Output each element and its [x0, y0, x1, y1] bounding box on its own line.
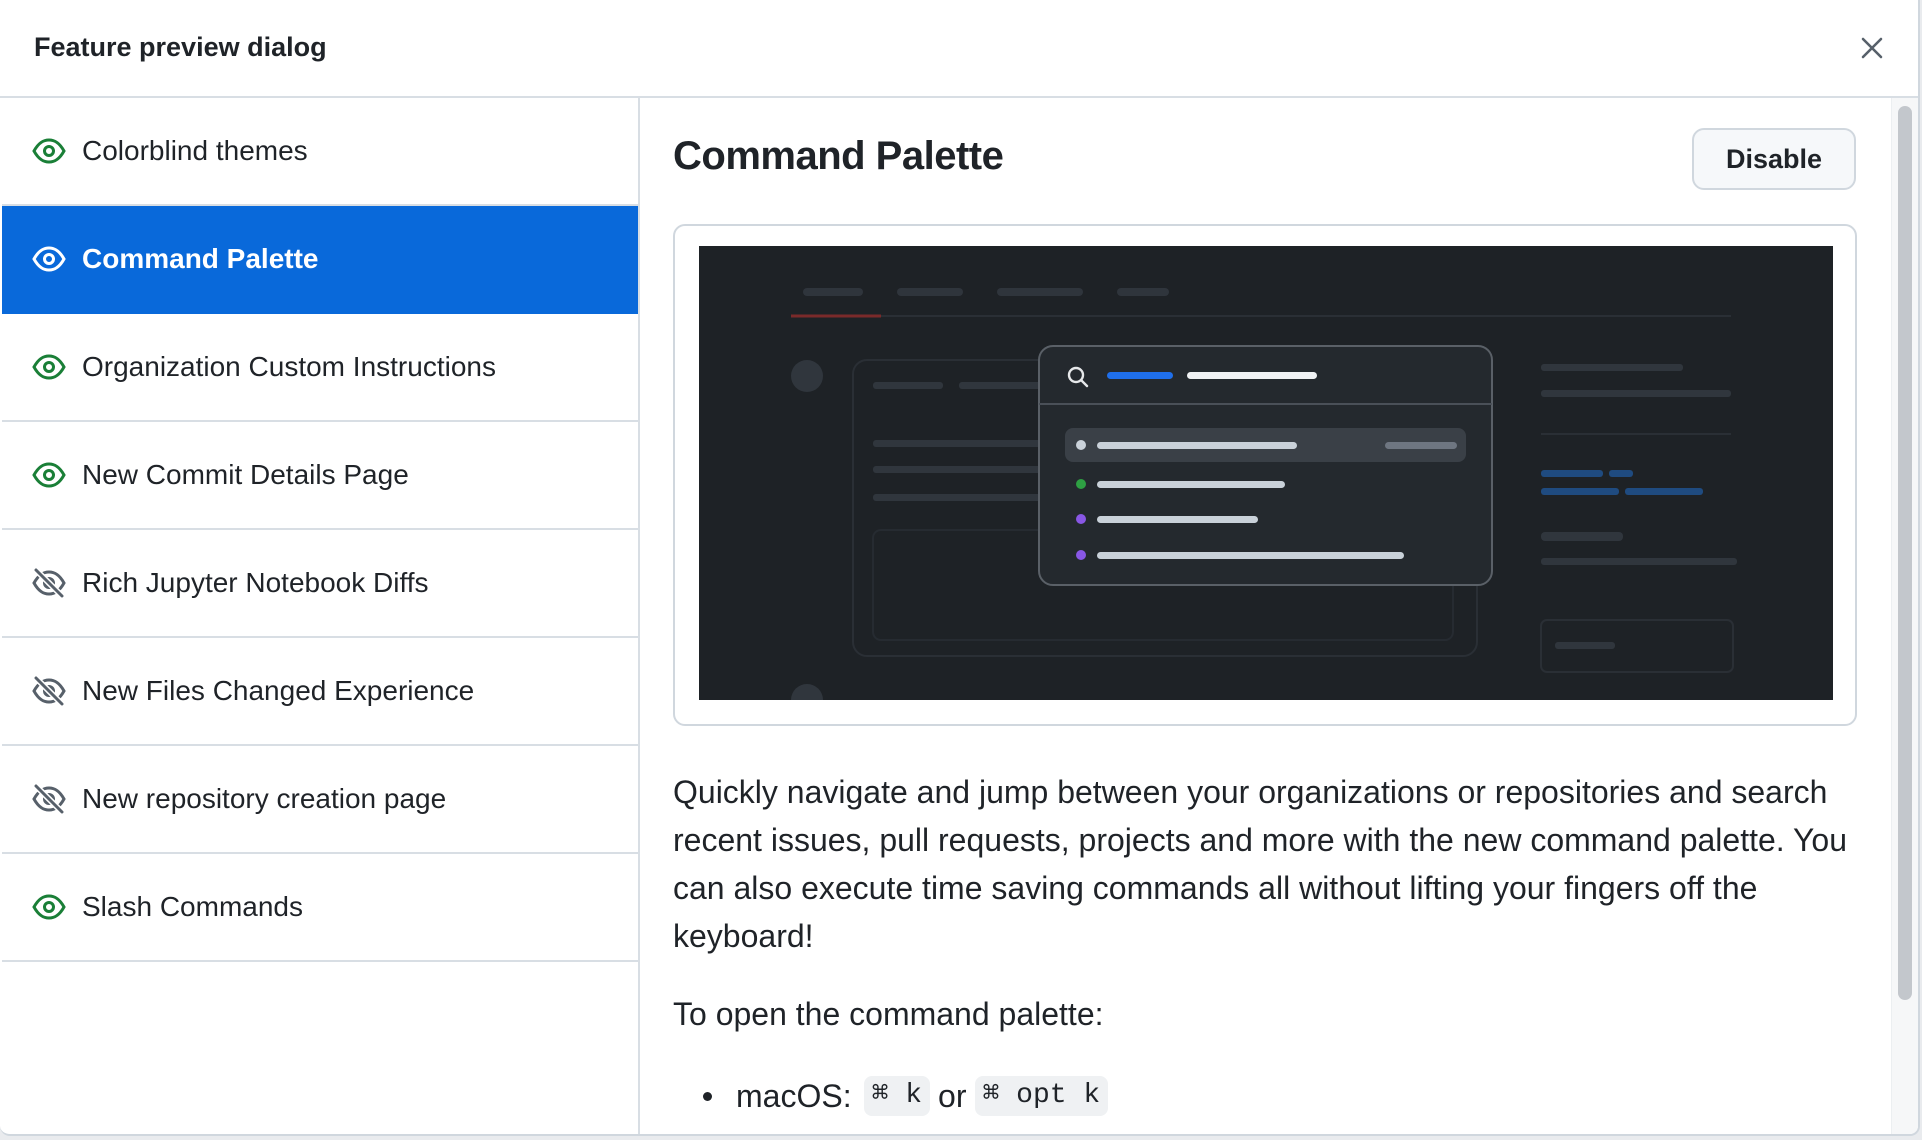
os-label: macOS: — [736, 1077, 852, 1114]
dialog-title: Feature preview dialog — [34, 32, 327, 62]
eye-closed-icon — [32, 784, 66, 814]
feature-list: Colorblind themes Command Palette Organi… — [0, 98, 640, 1134]
disable-button[interactable]: Disable — [1692, 128, 1856, 190]
eye-closed-icon — [32, 676, 66, 706]
sidebar-item-label: New repository creation page — [82, 783, 447, 814]
dialog-header: Feature preview dialog — [0, 0, 1918, 98]
sidebar-item-label: Colorblind themes — [82, 135, 308, 166]
command-palette-preview-image — [699, 246, 1833, 700]
bullet — [703, 1091, 712, 1101]
scrollbar-thumb[interactable] — [1898, 106, 1912, 1000]
shortcut-key: ⌘ k — [863, 1076, 931, 1116]
close-icon — [1861, 37, 1883, 59]
eye-icon — [32, 894, 66, 920]
shortcut-key: ⌘ opt k — [974, 1076, 1109, 1116]
eye-icon — [32, 138, 66, 164]
list-item: macOS: ⌘ k or ⌘ opt k — [673, 1076, 1116, 1116]
open-instructions: To open the command palette: — [673, 996, 1104, 1032]
sidebar-item-new-commit-details-page[interactable]: New Commit Details Page — [2, 422, 638, 530]
sidebar-item-label: Rich Jupyter Notebook Diffs — [82, 567, 429, 598]
sidebar-item-new-repository-creation-page[interactable]: New repository creation page — [2, 746, 638, 854]
eye-icon — [32, 354, 66, 380]
sidebar-item-colorblind-themes[interactable]: Colorblind themes — [2, 98, 638, 206]
sidebar-item-label: New Commit Details Page — [82, 459, 409, 490]
sidebar-item-label: Slash Commands — [82, 891, 303, 922]
content-scrollbar[interactable] — [1891, 98, 1918, 1134]
sidebar-item-rich-jupyter-notebook-diffs[interactable]: Rich Jupyter Notebook Diffs — [2, 530, 638, 638]
sidebar-item-label: Command Palette — [82, 243, 319, 274]
feature-description: Quickly navigate and jump between your o… — [673, 774, 1847, 954]
eye-icon — [32, 246, 66, 272]
close-button[interactable] — [1854, 30, 1890, 66]
sidebar-item-slash-commands[interactable]: Slash Commands — [2, 854, 638, 962]
feature-preview-dialog: Feature preview dialog Colorblind themes… — [0, 0, 1920, 1136]
feature-title: Command Palette — [673, 134, 1004, 178]
sidebar-item-label: New Files Changed Experience — [82, 675, 475, 706]
eye-closed-icon — [32, 568, 66, 598]
sidebar-item-command-palette[interactable]: Command Palette — [2, 206, 638, 314]
eye-icon — [32, 462, 66, 488]
sidebar-item-label: Organization Custom Instructions — [82, 351, 496, 382]
sidebar-item-organization-custom-instructions[interactable]: Organization Custom Instructions — [2, 314, 638, 422]
feature-preview-frame — [673, 224, 1857, 726]
sidebar-item-new-files-changed-experience[interactable]: New Files Changed Experience — [2, 638, 638, 746]
feature-detail-panel: Command Palette Disable Quickly navigate… — [640, 98, 1896, 1134]
or-text: or — [938, 1077, 967, 1114]
